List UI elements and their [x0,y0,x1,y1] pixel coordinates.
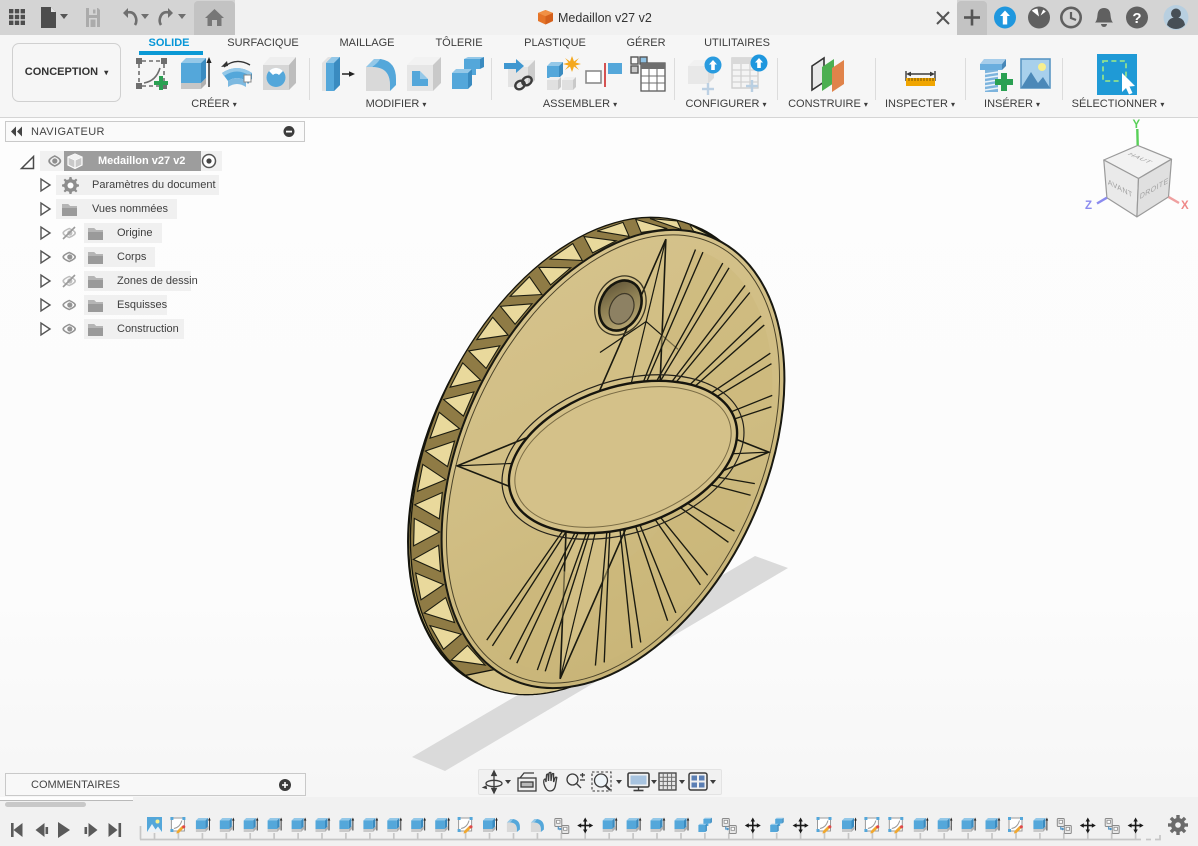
svg-text:X: X [1181,200,1189,212]
svg-text:Medaillon v27 v2: Medaillon v27 v2 [558,11,652,25]
svg-text:?: ? [1132,10,1141,27]
svg-text:Y: Y [1133,119,1141,131]
svg-text:Z: Z [1085,200,1092,212]
